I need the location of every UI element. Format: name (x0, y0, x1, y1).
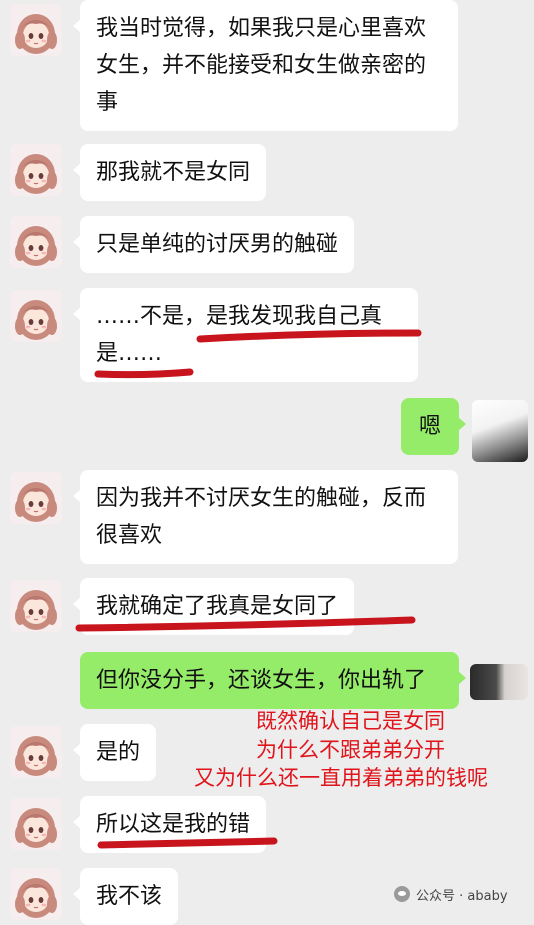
message-line: 我不该 (96, 884, 163, 909)
watermark: 公众号 · ababy (394, 884, 508, 904)
message-bubble-3[interactable]: 只是单纯的讨厌男的触碰 (72, 216, 355, 273)
message-bubble-5[interactable]: 嗯 (401, 398, 466, 455)
message-line: 是的 (96, 740, 141, 765)
anime-girl-avatar-icon[interactable] (10, 144, 62, 196)
anime-girl-avatar-icon[interactable] (10, 4, 62, 56)
anime-girl-avatar-icon[interactable] (10, 726, 62, 778)
watermark-text: 公众号 · ababy (416, 888, 508, 904)
red-underline-mark (196, 329, 422, 343)
message-line: 那我就不是女同 (96, 160, 251, 185)
anime-girl-avatar-icon[interactable] (10, 290, 62, 342)
red-underline-mark (94, 368, 194, 379)
anime-girl-avatar-icon[interactable] (10, 868, 62, 920)
red-underline-mark (97, 837, 278, 849)
message-line: 因为我并不讨厌女生的触碰，反而 (96, 486, 427, 511)
message-bubble-6[interactable]: 因为我并不讨厌女生的触碰，反而 很喜欢 (73, 470, 458, 564)
message-line: 只是单纯的讨厌男的触碰 (96, 232, 339, 257)
anime-girl-avatar-icon[interactable] (10, 472, 62, 524)
message-bubble-11[interactable]: 我不该 (72, 868, 179, 925)
message-line: 但你没分手，还谈女生，你出轨了 (96, 668, 427, 693)
message-bubble-2[interactable]: 那我就不是女同 (72, 144, 267, 201)
message-bubble-9[interactable]: 是的 (72, 724, 157, 781)
message-bubble-1[interactable]: 我当时觉得，如果我只是心里喜欢 女生，并不能接受和女生做亲密的 事 (73, 0, 458, 131)
annotation-line: 为什么不跟弟弟分开 (256, 738, 445, 762)
annotation-line: 又为什么还一直用着弟弟的钱呢 (194, 766, 488, 790)
annotation-line: 既然确认自己是女同 (256, 709, 445, 733)
blurred-avatar-icon[interactable] (470, 664, 528, 700)
anime-girl-avatar-icon[interactable] (10, 216, 62, 268)
message-bubble-8[interactable]: 但你没分手，还谈女生，你出轨了 (80, 652, 466, 709)
message-line: 很喜欢 (96, 523, 163, 548)
blurred-avatar-icon[interactable] (472, 400, 528, 462)
message-line: 事 (96, 90, 119, 115)
anime-girl-avatar-icon[interactable] (10, 580, 62, 632)
message-line: 我当时觉得，如果我只是心里喜欢 (96, 16, 427, 41)
message-line: 嗯 (418, 414, 441, 439)
anime-girl-avatar-icon[interactable] (10, 798, 62, 850)
red-underline-mark (75, 616, 416, 632)
wechat-official-account-icon (394, 886, 410, 902)
message-line: 女生，并不能接受和女生做亲密的 (96, 53, 427, 78)
